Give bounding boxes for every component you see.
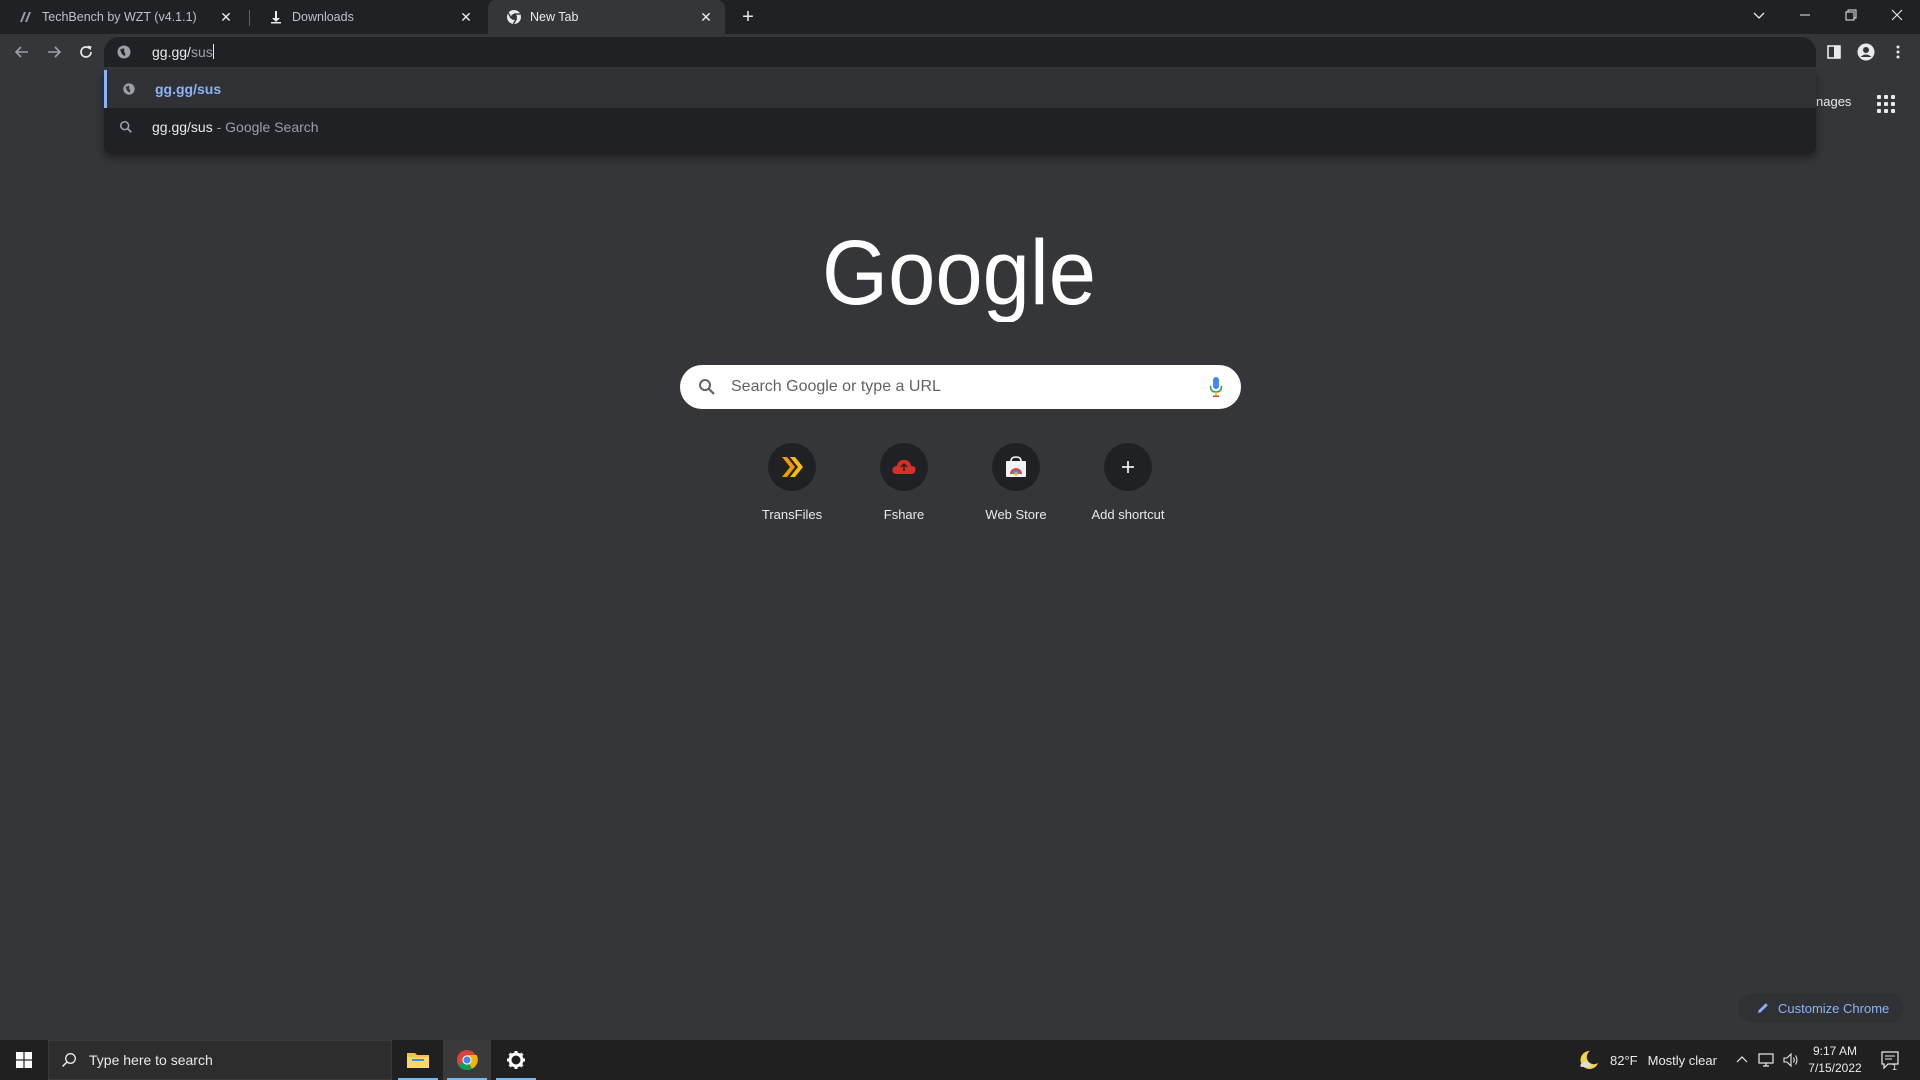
- address-autocomplete-text: sus: [190, 44, 213, 60]
- search-icon: [118, 119, 134, 135]
- web-store-icon: [992, 443, 1040, 491]
- fshare-cloud-icon: [880, 443, 928, 491]
- microphone-icon[interactable]: [1209, 376, 1223, 398]
- omnibox-suggestions: gg.gg/sus gg.gg/sus - Google Search: [104, 70, 1816, 154]
- techbench-icon: [18, 9, 34, 25]
- back-button[interactable]: [8, 38, 36, 66]
- tab-downloads[interactable]: Downloads ✕: [250, 0, 485, 34]
- notification-center-icon[interactable]: 1: [1880, 1040, 1902, 1080]
- weather-widget[interactable]: 82°F Mostly clear: [1578, 1040, 1717, 1080]
- profile-button[interactable]: [1852, 38, 1880, 66]
- reload-icon: [80, 45, 92, 58]
- forward-arrow-icon: [48, 46, 62, 58]
- tab-label: New Tab: [530, 10, 579, 24]
- svg-text:Google: Google: [822, 226, 1096, 322]
- close-icon[interactable]: ✕: [217, 8, 235, 26]
- file-explorer-icon[interactable]: [394, 1040, 442, 1080]
- reload-button[interactable]: [72, 38, 100, 66]
- system-clock[interactable]: 9:17 AM 7/15/2022: [1804, 1043, 1866, 1077]
- pencil-icon: [1758, 1003, 1768, 1013]
- shortcut-label: Fshare: [883, 507, 925, 522]
- close-icon[interactable]: ✕: [697, 8, 715, 26]
- google-logo: Google: [822, 226, 1096, 322]
- transfiles-icon: [768, 443, 816, 491]
- taskbar-search-input[interactable]: Type here to search: [48, 1040, 392, 1080]
- images-link[interactable]: nages: [1816, 94, 1851, 109]
- tab-label: TechBench by WZT (v4.1.1): [42, 10, 197, 24]
- download-icon: [268, 9, 284, 25]
- search-placeholder: Search Google or type a URL: [731, 378, 941, 395]
- start-button[interactable]: [0, 1040, 48, 1080]
- weather-text: Mostly clear: [1647, 1052, 1717, 1068]
- clock-time: 9:17 AM: [1812, 1044, 1858, 1058]
- shortcut-add[interactable]: Add shortcut: [1072, 441, 1184, 537]
- address-text[interactable]: gg.gg/sus: [152, 44, 214, 60]
- toolbar: gg.gg/sus: [0, 34, 1920, 70]
- plus-icon: [1104, 443, 1152, 491]
- shortcut-label: TransFiles: [761, 507, 823, 522]
- show-hidden-icons-chevron-icon[interactable]: [1736, 1040, 1748, 1080]
- network-icon[interactable]: [1758, 1040, 1776, 1080]
- suggestion-text: gg.gg/sus: [152, 119, 213, 135]
- tab-new-tab[interactable]: New Tab ✕: [488, 0, 725, 34]
- address-bar[interactable]: gg.gg/sus: [104, 37, 1816, 67]
- close-window-button[interactable]: [1874, 0, 1920, 30]
- google-apps-icon[interactable]: [1872, 90, 1900, 118]
- moon-cloud-icon: [1580, 1050, 1598, 1069]
- shortcut-label: Add shortcut: [1091, 507, 1165, 522]
- suggestion-text: gg.gg/sus: [155, 81, 222, 97]
- minimize-button[interactable]: [1782, 0, 1828, 30]
- weather-temp: 82°F: [1610, 1052, 1638, 1068]
- clock-date: 7/15/2022: [1808, 1061, 1862, 1075]
- suggestion-search[interactable]: gg.gg/sus - Google Search: [104, 108, 1816, 146]
- notification-count: 1: [1892, 1062, 1898, 1072]
- shortcut-web-store[interactable]: Web Store: [960, 441, 1072, 537]
- suggestion-suffix: - Google Search: [212, 119, 319, 135]
- suggestion-url[interactable]: gg.gg/sus: [104, 70, 1816, 108]
- taskbar-search-placeholder: Type here to search: [89, 1052, 213, 1068]
- customize-label: Customize Chrome: [1778, 1000, 1890, 1016]
- chrome-taskbar-icon[interactable]: [443, 1040, 491, 1080]
- settings-gear-icon[interactable]: [492, 1040, 540, 1080]
- shortcut-transfiles[interactable]: TransFiles: [736, 441, 848, 537]
- volume-icon[interactable]: [1782, 1040, 1800, 1080]
- chrome-icon: [506, 9, 522, 25]
- text-caret: [212, 44, 214, 59]
- shortcut-fshare[interactable]: Fshare: [848, 441, 960, 537]
- profile-icon: [1857, 43, 1875, 61]
- tab-strip: TechBench by WZT (v4.1.1) ✕ Downloads ✕ …: [0, 0, 1920, 34]
- tab-search-chevron-icon[interactable]: [1736, 0, 1782, 30]
- customize-chrome-button[interactable]: Customize Chrome: [1738, 993, 1904, 1023]
- restore-button[interactable]: [1828, 0, 1874, 30]
- globe-icon: [121, 81, 137, 97]
- globe-icon: [117, 45, 131, 59]
- search-box[interactable]: Search Google or type a URL: [680, 365, 1241, 409]
- side-panel-icon: [1827, 45, 1841, 59]
- side-panel-button[interactable]: [1820, 38, 1848, 66]
- menu-button[interactable]: [1884, 38, 1912, 66]
- shortcut-label: Web Store: [985, 507, 1047, 522]
- address-typed-text: gg.gg/: [152, 44, 191, 60]
- back-arrow-icon: [14, 46, 28, 58]
- new-tab-button[interactable]: +: [736, 5, 760, 29]
- tab-techbench[interactable]: TechBench by WZT (v4.1.1) ✕: [0, 0, 245, 34]
- search-icon: [61, 1053, 76, 1068]
- tab-label: Downloads: [292, 10, 354, 24]
- more-vert-icon: [1896, 45, 1900, 59]
- close-icon[interactable]: ✕: [457, 8, 475, 26]
- forward-button[interactable]: [40, 38, 68, 66]
- windows-logo-icon: [16, 1052, 32, 1068]
- search-icon: [699, 379, 715, 395]
- taskbar: Type here to search 82°F Mostly clear 9:…: [0, 1040, 1920, 1080]
